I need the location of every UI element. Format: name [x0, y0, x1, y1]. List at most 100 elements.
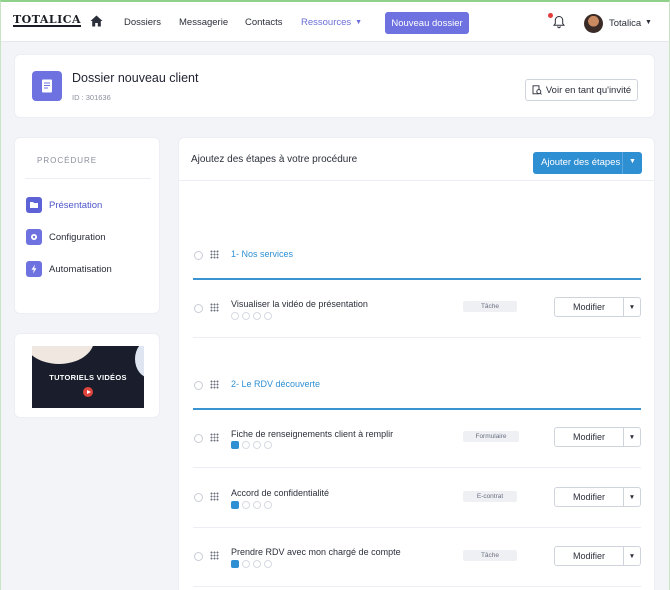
add-steps-label: Ajouter des étapes — [541, 157, 621, 168]
divider — [25, 178, 151, 179]
status-icon — [231, 441, 239, 449]
drag-handle-icon[interactable] — [210, 433, 219, 442]
divider — [193, 586, 641, 587]
divider — [193, 337, 641, 338]
step-status-icons — [231, 441, 272, 449]
step-type-badge: Formulaire — [463, 431, 519, 442]
step-title[interactable]: Fiche de renseignements client à remplir — [231, 429, 393, 439]
procedure-panel: PROCÉDURE Présentation Configuration Aut… — [14, 137, 160, 314]
chevron-down-icon[interactable]: ▼ — [629, 158, 636, 165]
section-divider — [193, 408, 641, 410]
step-type-badge: Tâche — [463, 550, 517, 561]
drag-handle-icon[interactable] — [210, 250, 219, 259]
chevron-down-icon[interactable]: ▼ — [623, 297, 641, 317]
modify-button[interactable]: Modifier — [554, 427, 624, 447]
status-icon — [242, 501, 250, 509]
procedure-item-label: Présentation — [49, 199, 103, 211]
bolt-icon — [26, 261, 42, 277]
home-icon[interactable] — [90, 15, 103, 27]
dossier-id: ID : 301636 — [72, 93, 111, 102]
step-title[interactable]: Prendre RDV avec mon chargé de compte — [231, 547, 401, 557]
status-icon — [242, 560, 250, 568]
document-icon — [32, 71, 62, 101]
play-icon[interactable] — [83, 387, 93, 397]
drag-handle-icon[interactable] — [210, 303, 219, 312]
section-divider — [193, 278, 641, 280]
step-checkbox[interactable] — [194, 493, 203, 502]
user-name[interactable]: Totalica — [609, 18, 641, 29]
modify-button[interactable]: Modifier — [554, 546, 624, 566]
avatar[interactable] — [584, 14, 603, 33]
step-checkbox[interactable] — [194, 552, 203, 561]
gear-icon — [26, 229, 42, 245]
guest-view-icon — [532, 85, 542, 95]
status-icon — [253, 501, 261, 509]
status-icon — [253, 312, 261, 320]
status-icon — [231, 560, 239, 568]
drag-handle-icon[interactable] — [210, 492, 219, 501]
decorative-shape — [32, 346, 94, 364]
new-dossier-button[interactable]: Nouveau dossier — [385, 12, 469, 34]
dossier-header: Dossier nouveau client ID : 301636 Voir … — [14, 54, 655, 118]
chevron-down-icon: ▼ — [355, 19, 363, 26]
divider — [193, 527, 641, 528]
step-title[interactable]: Visualiser la vidéo de présentation — [231, 299, 368, 309]
step-type-badge: Tâche — [463, 301, 517, 312]
status-icon — [253, 441, 261, 449]
nav-link-dossiers[interactable]: Dossiers — [124, 17, 161, 28]
step-status-icons — [231, 501, 272, 509]
view-as-guest-button[interactable]: Voir en tant qu'invité — [525, 79, 638, 101]
top-navigation: TOTALICA Dossiers Messagerie Contacts Re… — [1, 2, 669, 42]
app-logo[interactable]: TOTALICA — [13, 14, 82, 27]
status-icon — [253, 560, 261, 568]
section-title[interactable]: 1- Nos services — [231, 249, 293, 259]
nav-link-contacts[interactable]: Contacts — [245, 17, 283, 28]
status-icon — [264, 560, 272, 568]
status-icon — [264, 312, 272, 320]
drag-handle-icon[interactable] — [210, 551, 219, 560]
chevron-down-icon[interactable]: ▼ — [623, 427, 641, 447]
divider — [179, 180, 654, 181]
modify-button[interactable]: Modifier — [554, 297, 624, 317]
step-checkbox[interactable] — [194, 304, 203, 313]
tutorial-label: TUTORIELS VIDÉOS — [49, 373, 127, 382]
chevron-down-icon[interactable]: ▼ — [623, 546, 641, 566]
steps-panel-title: Ajoutez des étapes à votre procédure — [191, 154, 358, 165]
nav-link-ressources[interactable]: Ressources ▼ — [301, 17, 362, 28]
status-icon — [242, 441, 250, 449]
step-title[interactable]: Accord de confidentialité — [231, 488, 329, 498]
status-icon — [231, 501, 239, 509]
divider — [193, 467, 641, 468]
procedure-title: PROCÉDURE — [37, 156, 98, 165]
procedure-item-presentation[interactable]: Présentation — [26, 197, 102, 213]
procedure-item-automatisation[interactable]: Automatisation — [26, 261, 112, 277]
divider — [622, 152, 623, 174]
procedure-item-label: Automatisation — [49, 263, 112, 275]
procedure-item-configuration[interactable]: Configuration — [26, 229, 106, 245]
step-status-icons — [231, 312, 272, 320]
status-icon — [264, 501, 272, 509]
bell-icon[interactable] — [552, 15, 566, 29]
procedure-item-label: Configuration — [49, 231, 106, 243]
modify-button[interactable]: Modifier — [554, 487, 624, 507]
section-checkbox[interactable] — [194, 381, 203, 390]
drag-handle-icon[interactable] — [210, 380, 219, 389]
chevron-down-icon[interactable]: ▼ — [623, 487, 641, 507]
nav-link-ressources-label: Ressources — [301, 17, 352, 28]
view-as-guest-label: Voir en tant qu'invité — [545, 84, 632, 96]
step-checkbox[interactable] — [194, 434, 203, 443]
step-status-icons — [231, 560, 272, 568]
status-icon — [242, 312, 250, 320]
nav-link-messagerie[interactable]: Messagerie — [179, 17, 228, 28]
section-title[interactable]: 2- Le RDV découverte — [231, 379, 320, 389]
tutorial-video-thumbnail[interactable]: TUTORIELS VIDÉOS — [32, 346, 144, 408]
add-steps-button[interactable]: Ajouter des étapes ▼ — [533, 152, 642, 174]
section-checkbox[interactable] — [194, 251, 203, 260]
folder-icon — [26, 197, 42, 213]
status-icon — [264, 441, 272, 449]
tutorial-card: TUTORIELS VIDÉOS — [14, 333, 160, 418]
chevron-down-icon[interactable]: ▼ — [645, 19, 652, 26]
page-title: Dossier nouveau client — [72, 71, 199, 85]
steps-panel: Ajoutez des étapes à votre procédure Ajo… — [178, 137, 655, 590]
status-icon — [231, 312, 239, 320]
